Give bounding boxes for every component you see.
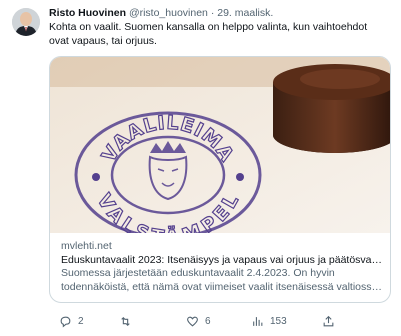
card-description-line: Suomessa järjestetään eduskuntavaalit 2.… [61, 267, 382, 293]
retweet-button[interactable] [119, 315, 138, 328]
card-title: Eduskuntavaalit 2023: Itsenäisyys ja vap… [61, 253, 383, 266]
view-count: 153 [270, 315, 287, 327]
share-button[interactable] [322, 315, 335, 328]
reply-count: 2 [78, 315, 84, 327]
tweet-actions: 2 6 153 [49, 313, 389, 329]
retweet-icon [121, 316, 130, 326]
views-icon [253, 316, 263, 326]
tweet-text: Kohta on vaalit. Suomen kansalla on help… [49, 21, 368, 47]
tweet-header: Risto Huovinen @risto_huovinen · 29. maa… [49, 7, 273, 19]
card-text[interactable]: mvlehti.net Eduskuntavaalit 2023: Itsenä… [61, 240, 383, 294]
separator: · [210, 7, 215, 19]
like-count: 6 [205, 315, 211, 327]
like-icon [187, 316, 198, 327]
like-button[interactable]: 6 [186, 315, 211, 328]
reply-icon [60, 316, 71, 328]
avatar[interactable] [12, 8, 40, 36]
link-card[interactable]: VAALILEIMA VALSTÄMPEL mvlehti.net Edusku… [49, 56, 391, 303]
author-name[interactable]: Risto Huovinen [49, 7, 126, 19]
tweet-date[interactable]: 29. maalisk. [217, 7, 273, 19]
card-domain: mvlehti.net [61, 240, 112, 252]
author-handle[interactable]: @risto_huovinen [129, 7, 208, 19]
views-button[interactable]: 153 [251, 315, 287, 328]
card-image[interactable]: VAALILEIMA VALSTÄMPEL [50, 57, 390, 233]
share-icon [323, 315, 334, 326]
reply-button[interactable]: 2 [59, 315, 84, 328]
